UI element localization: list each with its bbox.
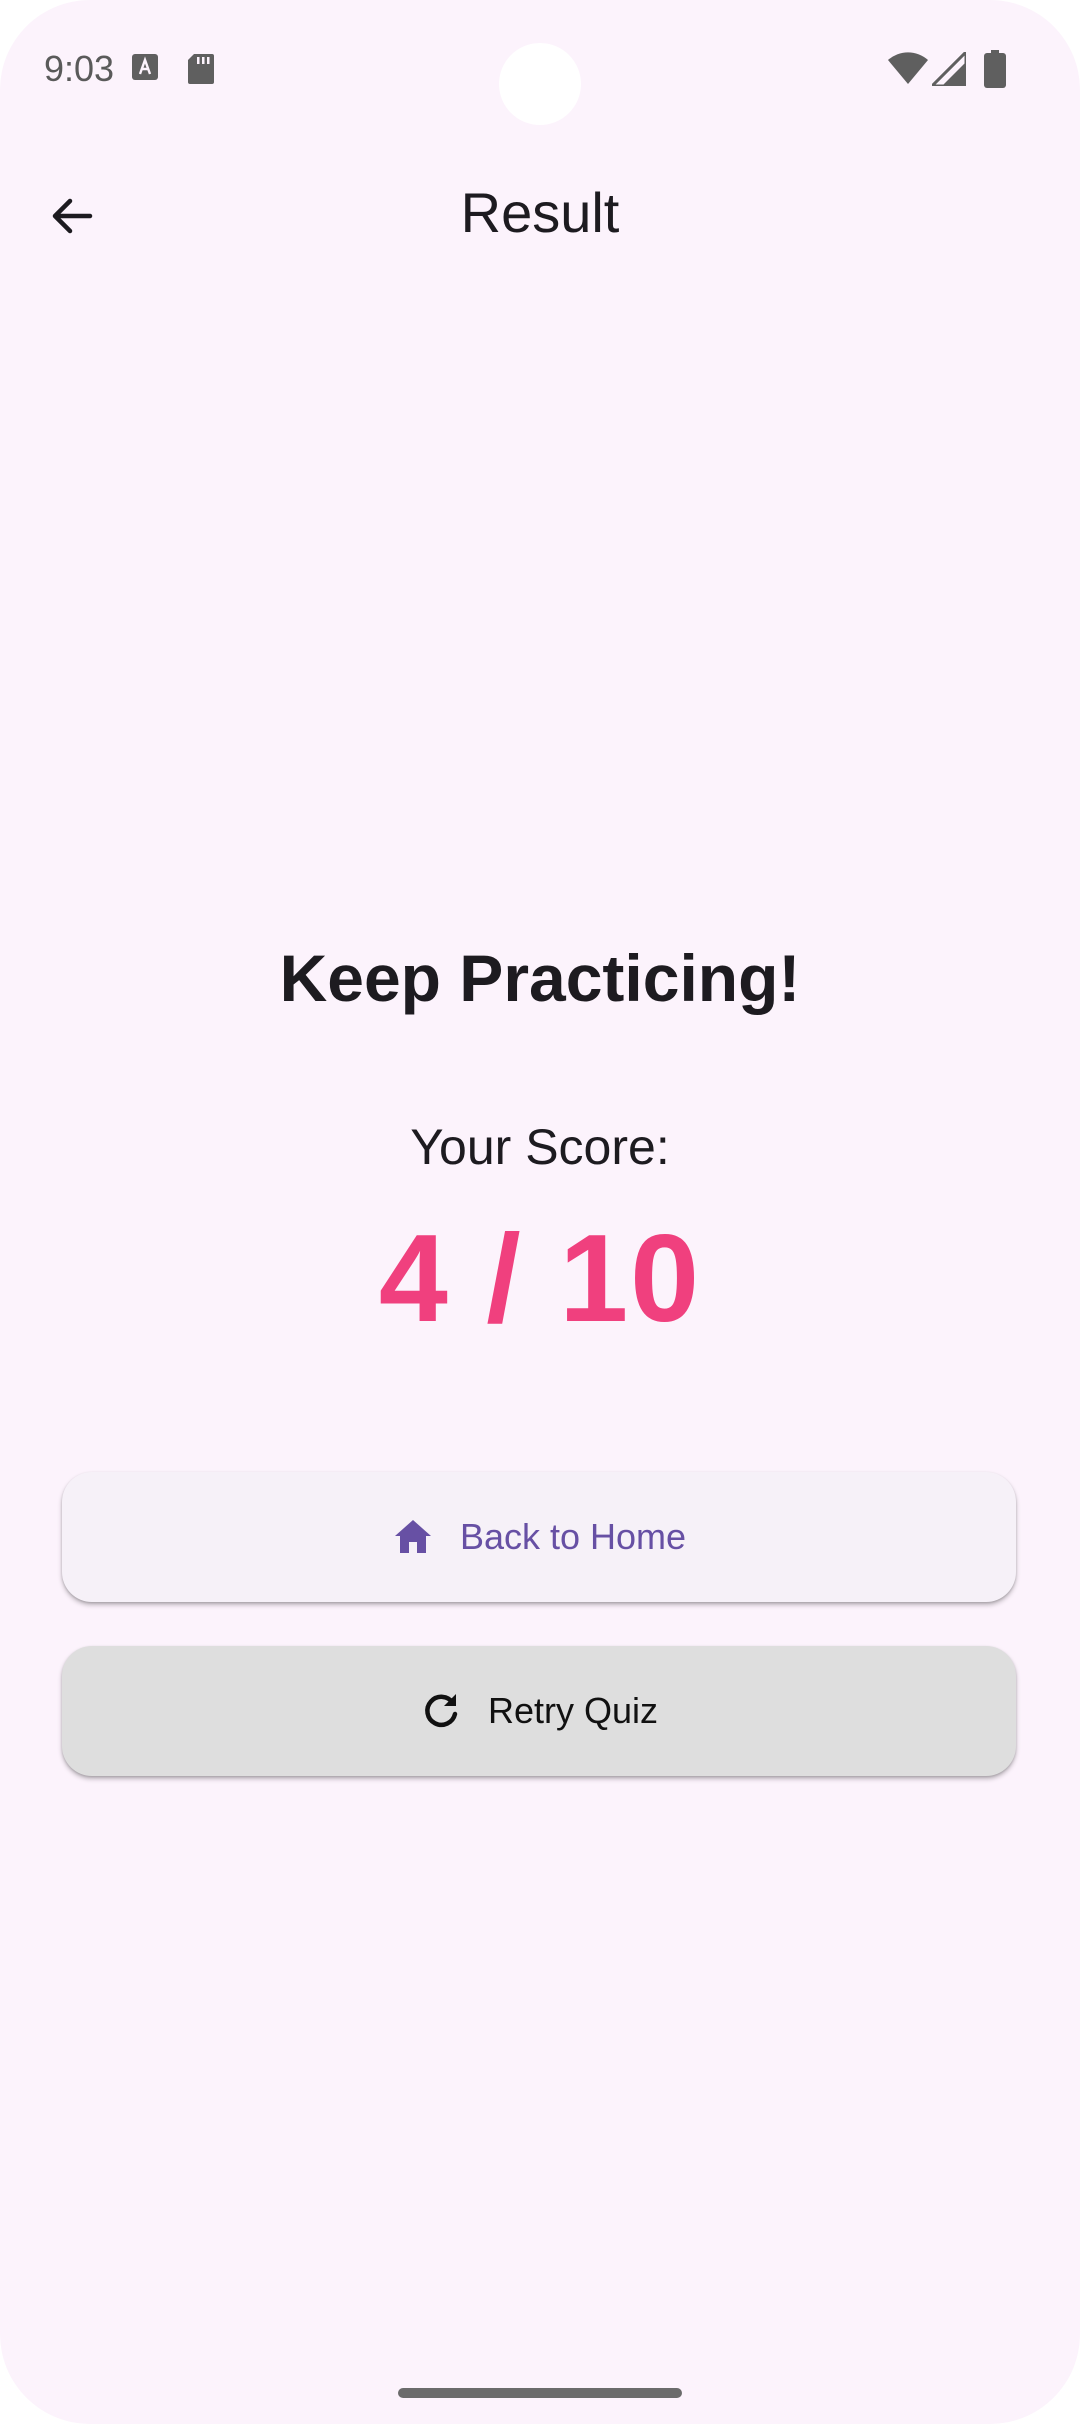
- sd-card-icon: [188, 54, 214, 89]
- status-bar: 9:03: [0, 0, 1080, 140]
- refresh-icon: [420, 1690, 462, 1732]
- score-value: 4 / 10: [378, 1210, 702, 1348]
- home-icon: [392, 1516, 434, 1558]
- retry-quiz-label: Retry Quiz: [487, 1690, 659, 1731]
- result-screen: 9:03 Result Keep Practicing! Your Score:…: [0, 0, 1080, 2424]
- camera-cutout: [499, 43, 581, 125]
- app-bar: Result: [0, 160, 1080, 270]
- page-title: Result: [460, 181, 620, 244]
- status-time: 9:03: [44, 48, 115, 89]
- score-label: Your Score:: [410, 1119, 670, 1175]
- back-to-home-label: Back to Home: [459, 1516, 687, 1557]
- gesture-nav-handle[interactable]: [398, 2388, 682, 2398]
- retry-quiz-button[interactable]: Retry Quiz: [62, 1646, 1016, 1776]
- text-notification-icon: [132, 54, 158, 85]
- cell-signal-icon: [928, 48, 968, 91]
- battery-icon: [984, 50, 1006, 93]
- result-headline: Keep Practicing!: [279, 941, 801, 1015]
- wifi-icon: [888, 52, 928, 89]
- back-to-home-button[interactable]: Back to Home: [62, 1472, 1016, 1602]
